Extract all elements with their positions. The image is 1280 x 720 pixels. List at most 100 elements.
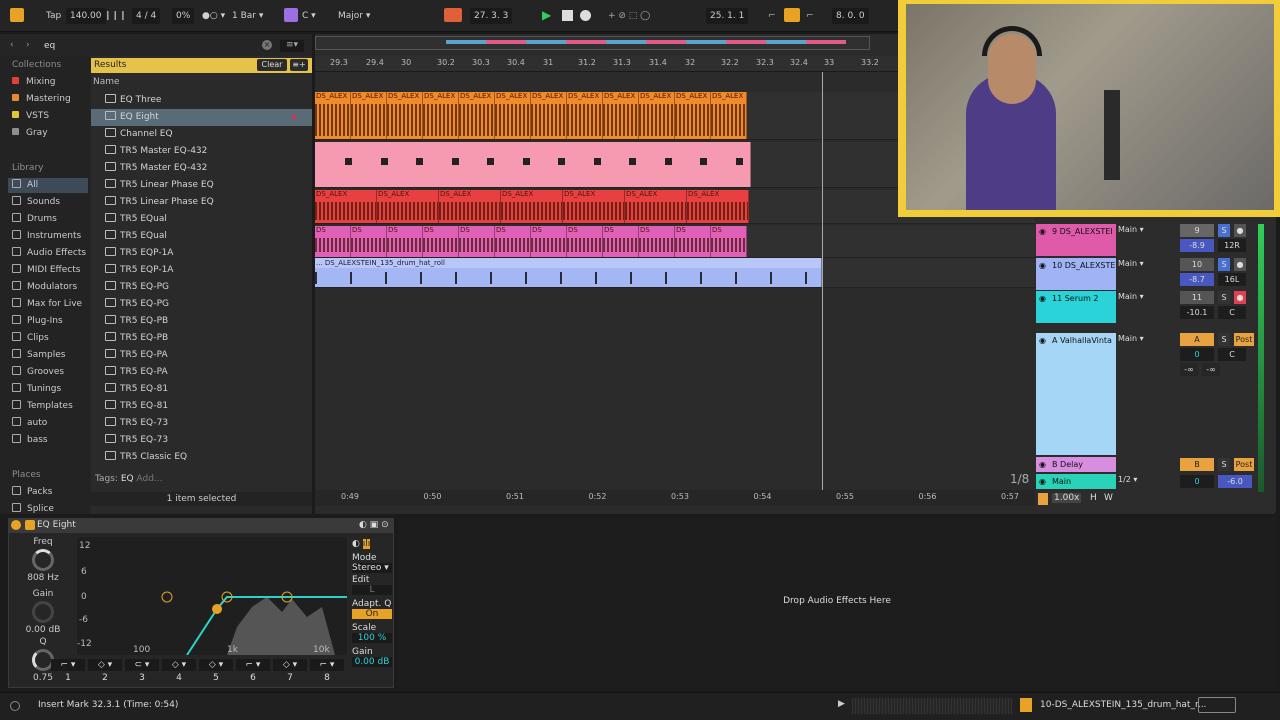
cpu-meter[interactable] [1198, 697, 1236, 713]
filter-type-icon[interactable]: ◇ ▾ [273, 659, 307, 671]
punch-out-icon[interactable]: ⌐ [806, 8, 814, 24]
filter-type-icon[interactable]: ◇ ▾ [88, 659, 122, 671]
result-item[interactable]: TR5 EQ-PG [91, 296, 312, 313]
result-item[interactable]: TR5 EQ-PB [91, 313, 312, 330]
result-item[interactable]: EQ Three [91, 92, 312, 109]
place-packs[interactable]: Packs [12, 485, 52, 500]
clip[interactable]: DS_ALEX [675, 92, 711, 139]
forward-icon[interactable]: › [26, 40, 30, 50]
solo-button[interactable]: S [1218, 224, 1230, 237]
result-item[interactable]: EQ Eight [91, 109, 312, 126]
adapt-q-toggle[interactable]: On [352, 609, 392, 619]
freq-knob[interactable] [32, 549, 54, 571]
pan-field-9[interactable]: 12R [1218, 239, 1246, 252]
midi-note[interactable] [735, 158, 743, 165]
band-2-selector[interactable]: ◇ ▾ 2 [88, 659, 122, 683]
library-item-tunings[interactable]: Tunings [12, 382, 61, 397]
result-item[interactable]: TR5 EQ-73 [91, 432, 312, 449]
metronome-icon[interactable]: ●○ ▾ [202, 8, 225, 24]
band-number[interactable]: 5 [199, 673, 233, 683]
clip[interactable]: DS [423, 226, 459, 257]
clip[interactable]: DS_ALEX [315, 92, 351, 139]
library-item-all[interactable]: All [8, 178, 88, 193]
loop-length-field[interactable]: 8. 0. 0 [832, 8, 869, 24]
midi-clip[interactable] [315, 142, 751, 187]
filter-type-icon[interactable]: ◇ ▾ [199, 659, 233, 671]
collection-mastering[interactable]: Mastering [12, 92, 71, 107]
play-icon[interactable]: ▶ [542, 7, 551, 23]
device-hot-swap-icon[interactable] [25, 520, 35, 530]
arm-button[interactable]: ● [1234, 224, 1246, 237]
band-5-selector[interactable]: ◇ ▾ 5 [199, 659, 233, 683]
result-item[interactable]: TR5 EQP-1A [91, 262, 312, 279]
fold-icon[interactable]: ◉ [1039, 457, 1046, 472]
result-item[interactable]: TR5 EQual [91, 211, 312, 228]
band-number[interactable]: 4 [162, 673, 196, 683]
band-number[interactable]: 8 [310, 673, 344, 683]
volume-field-10[interactable]: -8.7 [1180, 273, 1214, 286]
filter-menu-icon[interactable]: ≡▾ [280, 40, 304, 52]
h-button[interactable]: H [1090, 493, 1097, 503]
midi-note[interactable] [629, 158, 636, 165]
scale-menu[interactable]: Major ▾ [338, 8, 370, 24]
track-routing-11[interactable]: Main ▾ [1118, 292, 1174, 301]
midi-note[interactable] [700, 158, 707, 165]
arrangement-position[interactable]: 27. 3. 3 [470, 8, 513, 24]
main-volume[interactable]: -6.0 [1218, 475, 1252, 488]
track-routing-10[interactable]: Main ▾ [1118, 259, 1174, 268]
filter-type-icon[interactable]: ⌐ ▾ [236, 659, 270, 671]
add-tag-button[interactable]: Add... [137, 474, 163, 484]
result-item[interactable]: TR5 Classic EQ [91, 449, 312, 466]
band-3-selector[interactable]: ⊂ ▾ 3 [125, 659, 159, 683]
midi-note[interactable] [416, 158, 423, 165]
return-a-volume[interactable]: 0 [1180, 348, 1214, 361]
fold-icon[interactable]: ◉ [1039, 258, 1046, 274]
result-item[interactable]: TR5 EQP-1A [91, 245, 312, 262]
band-8-selector[interactable]: ⌐ ▾ 8 [310, 659, 344, 683]
result-item[interactable]: TR5 Linear Phase EQ [91, 194, 312, 211]
clip[interactable]: DS_ALEX [567, 92, 603, 139]
library-item-samples[interactable]: Samples [12, 348, 65, 363]
result-item[interactable]: TR5 Master EQ-432 [91, 160, 312, 177]
solo-button[interactable]: S [1218, 291, 1230, 304]
live-logo-icon[interactable] [10, 8, 24, 22]
clip[interactable]: DS [351, 226, 387, 257]
band-number[interactable]: 1 [51, 673, 85, 683]
clip[interactable]: DS [387, 226, 423, 257]
library-item-instruments[interactable]: Instruments [12, 229, 81, 244]
track-drum-magenta[interactable]: DS DS DS DS DS DS DS DS DS DS DS DS [315, 226, 1035, 258]
library-item-modulators[interactable]: Modulators [12, 280, 77, 295]
tempo-field[interactable]: 140.00 [66, 8, 106, 24]
library-item-bass[interactable]: bass [12, 433, 48, 448]
track-name[interactable]: ◉ B Delay [1036, 457, 1116, 472]
follow-icon[interactable] [444, 8, 462, 22]
midi-note[interactable] [451, 158, 459, 165]
track-routing-9[interactable]: Main ▾ [1118, 225, 1174, 234]
band-2-node[interactable] [161, 591, 173, 603]
clip[interactable]: DS_ALEX [531, 92, 567, 139]
clip[interactable]: DS_ALEX [625, 190, 687, 223]
gain-knob[interactable] [32, 601, 54, 623]
return-a-letter[interactable]: A [1180, 333, 1214, 346]
result-item[interactable]: TR5 EQ-81 [91, 398, 312, 415]
freq-value[interactable]: 808 Hz [13, 573, 73, 583]
search-input[interactable]: eq [44, 41, 264, 54]
clip[interactable]: DS_ALEX [423, 92, 459, 139]
solo-button[interactable]: S [1218, 258, 1230, 271]
result-item[interactable]: TR5 EQual [91, 228, 312, 245]
result-item[interactable]: TR5 Master EQ-432 [91, 143, 312, 160]
clip-view-toggle-icon[interactable] [1038, 493, 1048, 505]
clip[interactable]: DS [639, 226, 675, 257]
library-item-templates[interactable]: Templates [12, 399, 73, 414]
library-item-sounds[interactable]: Sounds [12, 195, 60, 210]
track-number-9[interactable]: 9 [1180, 224, 1214, 237]
clip[interactable]: DS [495, 226, 531, 257]
device-power-icon[interactable] [11, 520, 21, 530]
return-a-routing[interactable]: Main ▾ [1118, 334, 1174, 343]
loop-toggle-icon[interactable] [784, 8, 800, 22]
collection-mixing[interactable]: Mixing [12, 75, 56, 90]
band-number[interactable]: 7 [273, 673, 307, 683]
arm-button[interactable]: ● [1234, 291, 1246, 304]
mode-select[interactable]: Stereo ▾ [352, 563, 392, 573]
clip[interactable]: DS_ALEX [639, 92, 675, 139]
